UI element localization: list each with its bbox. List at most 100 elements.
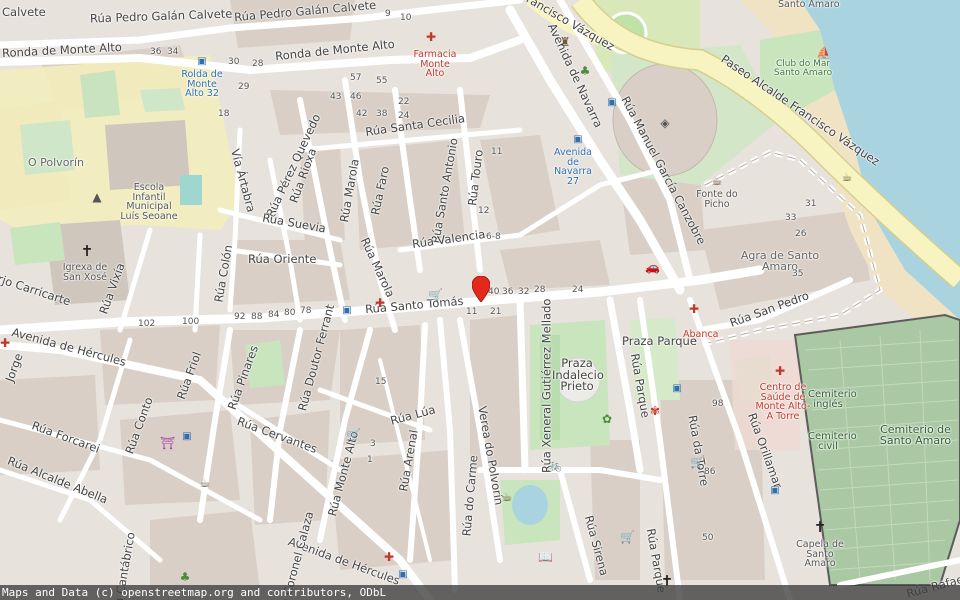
square-label: Praza Indalecio Prieto [552, 356, 604, 393]
bus-stop-icon[interactable]: ▣ [571, 133, 585, 147]
house-number: 102 [138, 319, 156, 329]
fountain-icon[interactable]: ☕ [710, 174, 724, 188]
shop-icon[interactable]: 🛒 [428, 288, 443, 302]
club-label: Club do Mar Santo Amaro [773, 59, 833, 78]
house-number: 78 [300, 306, 312, 316]
house-number: 100 [182, 317, 200, 327]
house-number: 24 [398, 111, 410, 121]
cafe-icon[interactable]: ☕ [500, 490, 514, 504]
house-number: 80 [284, 308, 296, 318]
house-number: 57 [350, 73, 362, 83]
chapel-label: Capela de Santo Amaro [796, 539, 844, 569]
monument-icon[interactable]: ♜ [558, 35, 572, 49]
house-number: 21 [490, 307, 502, 317]
playground-icon[interactable]: ⛩ [160, 436, 175, 450]
house-number: 38 [376, 109, 388, 119]
cafe-icon[interactable]: ☕ [198, 476, 212, 490]
health-centre-label: Centro de Saúde de Monte Alto-A Torre [755, 382, 811, 422]
garden-icon[interactable]: ✿ [600, 412, 614, 426]
bank-label: Abanca [683, 329, 719, 340]
bus-stop-icon[interactable]: ▣ [670, 382, 684, 396]
street-label: Rúa Oriente [248, 252, 317, 266]
house-number: 10 [400, 13, 412, 23]
house-number: 12 [478, 206, 490, 216]
place-label: Santo Amaro [778, 0, 840, 10]
house-number: 24 [572, 285, 584, 295]
club-icon[interactable]: ⛵ [816, 46, 831, 60]
shop-icon[interactable]: 🛒 [620, 530, 635, 544]
fountain-label: Fonte do Picho [696, 189, 738, 210]
bus-stop-icon[interactable]: ▣ [768, 484, 782, 498]
bank-icon[interactable]: ✚ [687, 302, 701, 316]
library-icon[interactable]: 📖 [538, 550, 553, 564]
bus-stop-label: Avenida de Navarra 27 [554, 147, 592, 187]
house-number: 33 [785, 213, 797, 223]
house-number: 84 [268, 310, 280, 320]
house-number: 31 [805, 199, 817, 209]
cafe-icon[interactable]: ☕ [840, 170, 854, 184]
house-number: 98 [712, 399, 724, 409]
house-number: 42 [356, 109, 368, 119]
house-number: 15 [375, 377, 387, 387]
playground-icon[interactable]: ♣ [178, 570, 192, 584]
shop-icon[interactable]: 🛒 [346, 428, 361, 442]
house-number: 50 [702, 533, 714, 543]
house-number: 29 [238, 82, 250, 92]
house-number: 35 [792, 269, 804, 279]
pharmacy-icon[interactable]: ✚ [382, 550, 396, 564]
house-number: 30 [228, 57, 240, 67]
bus-stop-icon[interactable]: ▣ [195, 55, 209, 69]
cemetery-label: Cemiterio de Santo Amaro [879, 423, 952, 447]
house-number: 92 [234, 312, 246, 322]
house-number: 36 [502, 287, 514, 297]
house-number: 88 [251, 312, 263, 322]
bus-stop-icon[interactable]: ▣ [340, 304, 354, 318]
bicycle-icon[interactable]: 🚲 [547, 458, 562, 472]
house-number: 6-8 [486, 232, 501, 242]
picnic-icon[interactable]: ♣ [578, 64, 592, 78]
house-number: 36 [150, 47, 162, 57]
house-number: 22 [398, 97, 410, 107]
house-number: 28 [252, 59, 264, 69]
house-number: 46 [350, 92, 362, 102]
house-number: 11 [491, 147, 503, 157]
house-number: 34 [167, 47, 179, 57]
chapel-icon[interactable]: ✝ [813, 520, 827, 535]
car-icon[interactable]: 🚗 [645, 260, 660, 274]
pharmacy-icon[interactable]: ✚ [424, 30, 438, 44]
area-label: Agra de Santo Amaro [740, 249, 820, 273]
pharmacy-icon[interactable]: ✚ [0, 336, 12, 350]
street-label: Calvete [2, 5, 46, 19]
cemetery-label: Cemiterio inglés [808, 389, 857, 410]
pharmacy-label: Farmacia Monte Alto [413, 49, 457, 79]
bus-stop-label: Rolda de Monte Alto 32 [181, 69, 223, 99]
house-number: 18 [218, 109, 230, 119]
place-label: O Polvorín [28, 156, 84, 169]
pharmacy-icon[interactable]: ✚ [373, 296, 387, 310]
church-icon[interactable]: ✝ [80, 244, 94, 259]
stadium-icon[interactable]: ◈ [658, 116, 672, 130]
house-number: 43 [330, 92, 342, 102]
map-attribution[interactable]: Maps and Data (c) openstreetmap.org and … [0, 585, 960, 600]
cemetery-label: Cemiterio civil [808, 431, 857, 452]
house-number: 32 [518, 287, 530, 297]
house-number: 86 [704, 467, 716, 477]
shop-icon[interactable]: 🛒 [690, 455, 705, 469]
school-label: Escola Infantil Municipal Luís Seoane [120, 182, 178, 222]
house-number: 55 [376, 76, 388, 86]
pet-icon[interactable]: ✾ [648, 404, 662, 418]
house-number: 3 [370, 439, 376, 449]
map-view[interactable]: Rúa Pedro Galán Calvete Rúa Pedro Galán … [0, 0, 960, 600]
house-number: 1 [367, 455, 373, 465]
house-number: 9 [385, 9, 391, 19]
house-number: 28 [534, 285, 546, 295]
location-marker-icon[interactable] [472, 276, 490, 302]
health-centre-icon[interactable]: ✚ [773, 364, 787, 378]
bus-stop-icon[interactable]: ▣ [180, 430, 194, 444]
church-label: Igrexa de San Xosé [62, 262, 108, 283]
house-number: 26 [795, 229, 807, 239]
bus-stop-icon[interactable]: ▣ [605, 96, 619, 110]
house-number: 11 [466, 307, 478, 317]
bus-stop-icon[interactable]: ▣ [396, 568, 410, 582]
school-building-icon[interactable]: ▲ [90, 190, 104, 204]
